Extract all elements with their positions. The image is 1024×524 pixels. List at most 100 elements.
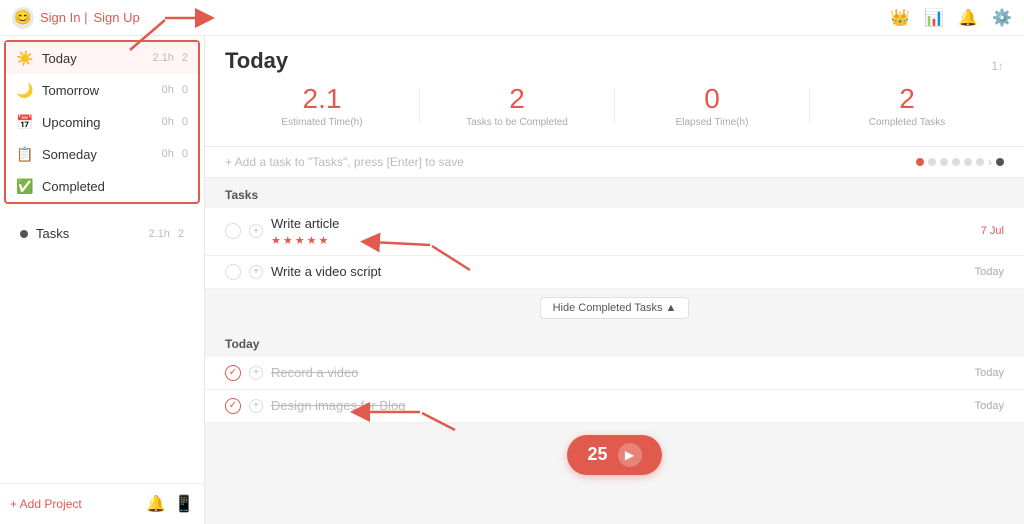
chevron-right-icon[interactable]: › [988,155,992,169]
task-check-record-video[interactable]: ✓ [225,365,241,381]
stats-row: 2.1 Estimated Time(h) 2 Tasks to be Comp… [225,84,1004,138]
add-project-button[interactable]: + Add Project [10,497,82,511]
sidebar-item-tomorrow[interactable]: 🌙 Tomorrow 0h 0 [6,74,198,106]
sidebar-item-today-meta: 2.1h 2 [152,52,188,64]
section-header-today-completed: Today [205,327,1024,357]
task-item-video-script[interactable]: + Write a video script Today [205,256,1024,289]
task-date-design-images: Today [975,400,1004,412]
crown-icon[interactable]: 👑 [890,8,910,28]
sidebar-item-tomorrow-label: Tomorrow [42,83,162,98]
task-check-write-article[interactable] [225,223,241,239]
task-plus-record-video[interactable]: + [249,366,263,380]
task-content-video-script: Write a video script [271,264,967,279]
signin-link[interactable]: Sign In | [40,10,87,25]
sidebar-item-completed[interactable]: ✅ Completed [6,170,198,202]
gear-icon[interactable]: ⚙️ [992,8,1012,28]
tasks-scroll: Tasks + Write article ★ ★ ★ ★ ★ 7 Jul [205,178,1024,524]
add-task-bar: + Add a task to "Tasks", press [Enter] t… [205,147,1024,178]
content: Today 1↑ 2.1 Estimated Time(h) 2 Tasks t… [205,36,1024,524]
task-content-write-article: Write article ★ ★ ★ ★ ★ [271,216,973,247]
star-2: ★ [283,234,293,247]
completed-icon: ✅ [16,177,34,195]
page-title: Today [225,48,288,74]
sidebar-item-completed-label: Completed [42,179,188,194]
sidebar: ☀️ Today 2.1h 2 🌙 Tomorrow 0h 0 📅 Upcomi [0,36,205,524]
timer-count: 25 [587,444,607,465]
sidebar-footer-icons: 🔔 📱 [146,494,194,514]
sidebar-item-someday-label: Someday [42,147,162,162]
stat-elapsed-label: Elapsed Time(h) [615,117,809,128]
task-name-write-article: Write article [271,216,973,231]
dot-5 [964,158,972,166]
dot-last [996,158,1004,166]
task-date-video-script: Today [975,266,1004,278]
star-3: ★ [295,234,305,247]
task-content-design-images: Design images for Blog [271,398,967,413]
bell-icon[interactable]: 🔔 [958,8,978,28]
sidebar-icon-2[interactable]: 📱 [174,494,194,514]
sidebar-item-upcoming-label: Upcoming [42,115,162,130]
hide-completed-bar: Hide Completed Tasks ▲ [205,289,1024,327]
topbar-auth: 😊 Sign In | Sign Up [12,7,140,29]
sidebar-item-upcoming-meta: 0h 0 [162,116,188,128]
timer-play-icon[interactable]: ▶ [618,443,642,467]
stat-completed-label: Completed Tasks [810,117,1004,128]
timer-button[interactable]: 25 ▶ [567,435,661,475]
project-tasks[interactable]: Tasks 2.1h 2 [10,220,194,247]
dot-6 [976,158,984,166]
signup-link[interactable]: Sign Up [93,10,139,25]
timer-row: 25 ▶ [205,423,1024,487]
task-date-write-article: 7 Jul [981,225,1004,237]
add-task-placeholder[interactable]: + Add a task to "Tasks", press [Enter] t… [225,155,464,169]
task-date-record-video: Today [975,367,1004,379]
sidebar-item-today-label: Today [42,51,152,66]
dot-2 [928,158,936,166]
upcoming-icon: 📅 [16,113,34,131]
task-item-design-images[interactable]: ✓ + Design images for Blog Today [205,390,1024,423]
sidebar-item-someday-meta: 0h 0 [162,148,188,160]
dot-3 [940,158,948,166]
topbar: 😊 Sign In | Sign Up 👑 📊 🔔 ⚙️ [0,0,1024,36]
avatar: 😊 [12,7,34,29]
project-label: Tasks [36,226,148,241]
tomorrow-icon: 🌙 [16,81,34,99]
task-check-design-images[interactable]: ✓ [225,398,241,414]
today-icon: ☀️ [16,49,34,67]
stat-tasks-complete: 2 Tasks to be Completed [420,84,614,128]
someday-icon: 📋 [16,145,34,163]
sidebar-item-upcoming[interactable]: 📅 Upcoming 0h 0 [6,106,198,138]
star-1: ★ [271,234,281,247]
task-check-video-script[interactable] [225,264,241,280]
sidebar-icon-1[interactable]: 🔔 [146,494,166,514]
task-name-design-images: Design images for Blog [271,398,967,413]
stat-estimated-value: 2.1 [225,84,419,115]
stat-elapsed-time: 0 Elapsed Time(h) [615,84,809,128]
sidebar-item-today[interactable]: ☀️ Today 2.1h 2 [6,42,198,74]
sidebar-footer[interactable]: + Add Project 🔔 📱 [0,483,204,524]
hide-completed-button[interactable]: Hide Completed Tasks ▲ [540,297,690,319]
task-plus-design-images[interactable]: + [249,399,263,413]
task-stars: ★ ★ ★ ★ ★ [271,234,973,247]
stat-tasks-value: 2 [420,84,614,115]
stat-completed-value: 2 [810,84,1004,115]
star-4: ★ [307,234,317,247]
task-content-record-video: Record a video [271,365,967,380]
task-item-record-video[interactable]: ✓ + Record a video Today [205,357,1024,390]
task-plus-write-article[interactable]: + [249,224,263,238]
stat-tasks-label: Tasks to be Completed [420,117,614,128]
sidebar-item-tomorrow-meta: 0h 0 [162,84,188,96]
sidebar-projects: Tasks 2.1h 2 [0,212,204,255]
chart-icon[interactable]: 📊 [924,8,944,28]
task-name-video-script: Write a video script [271,264,967,279]
topbar-icons: 👑 📊 🔔 ⚙️ [890,8,1012,28]
task-plus-video-script[interactable]: + [249,265,263,279]
project-dot [20,230,28,238]
star-5: ★ [319,234,329,247]
task-dots [916,158,984,166]
sidebar-item-someday[interactable]: 📋 Someday 0h 0 [6,138,198,170]
stat-elapsed-value: 0 [615,84,809,115]
task-name-record-video: Record a video [271,365,967,380]
stat-estimated-label: Estimated Time(h) [225,117,419,128]
project-meta: 2.1h 2 [148,228,184,240]
task-item-write-article[interactable]: + Write article ★ ★ ★ ★ ★ 7 Jul [205,208,1024,256]
